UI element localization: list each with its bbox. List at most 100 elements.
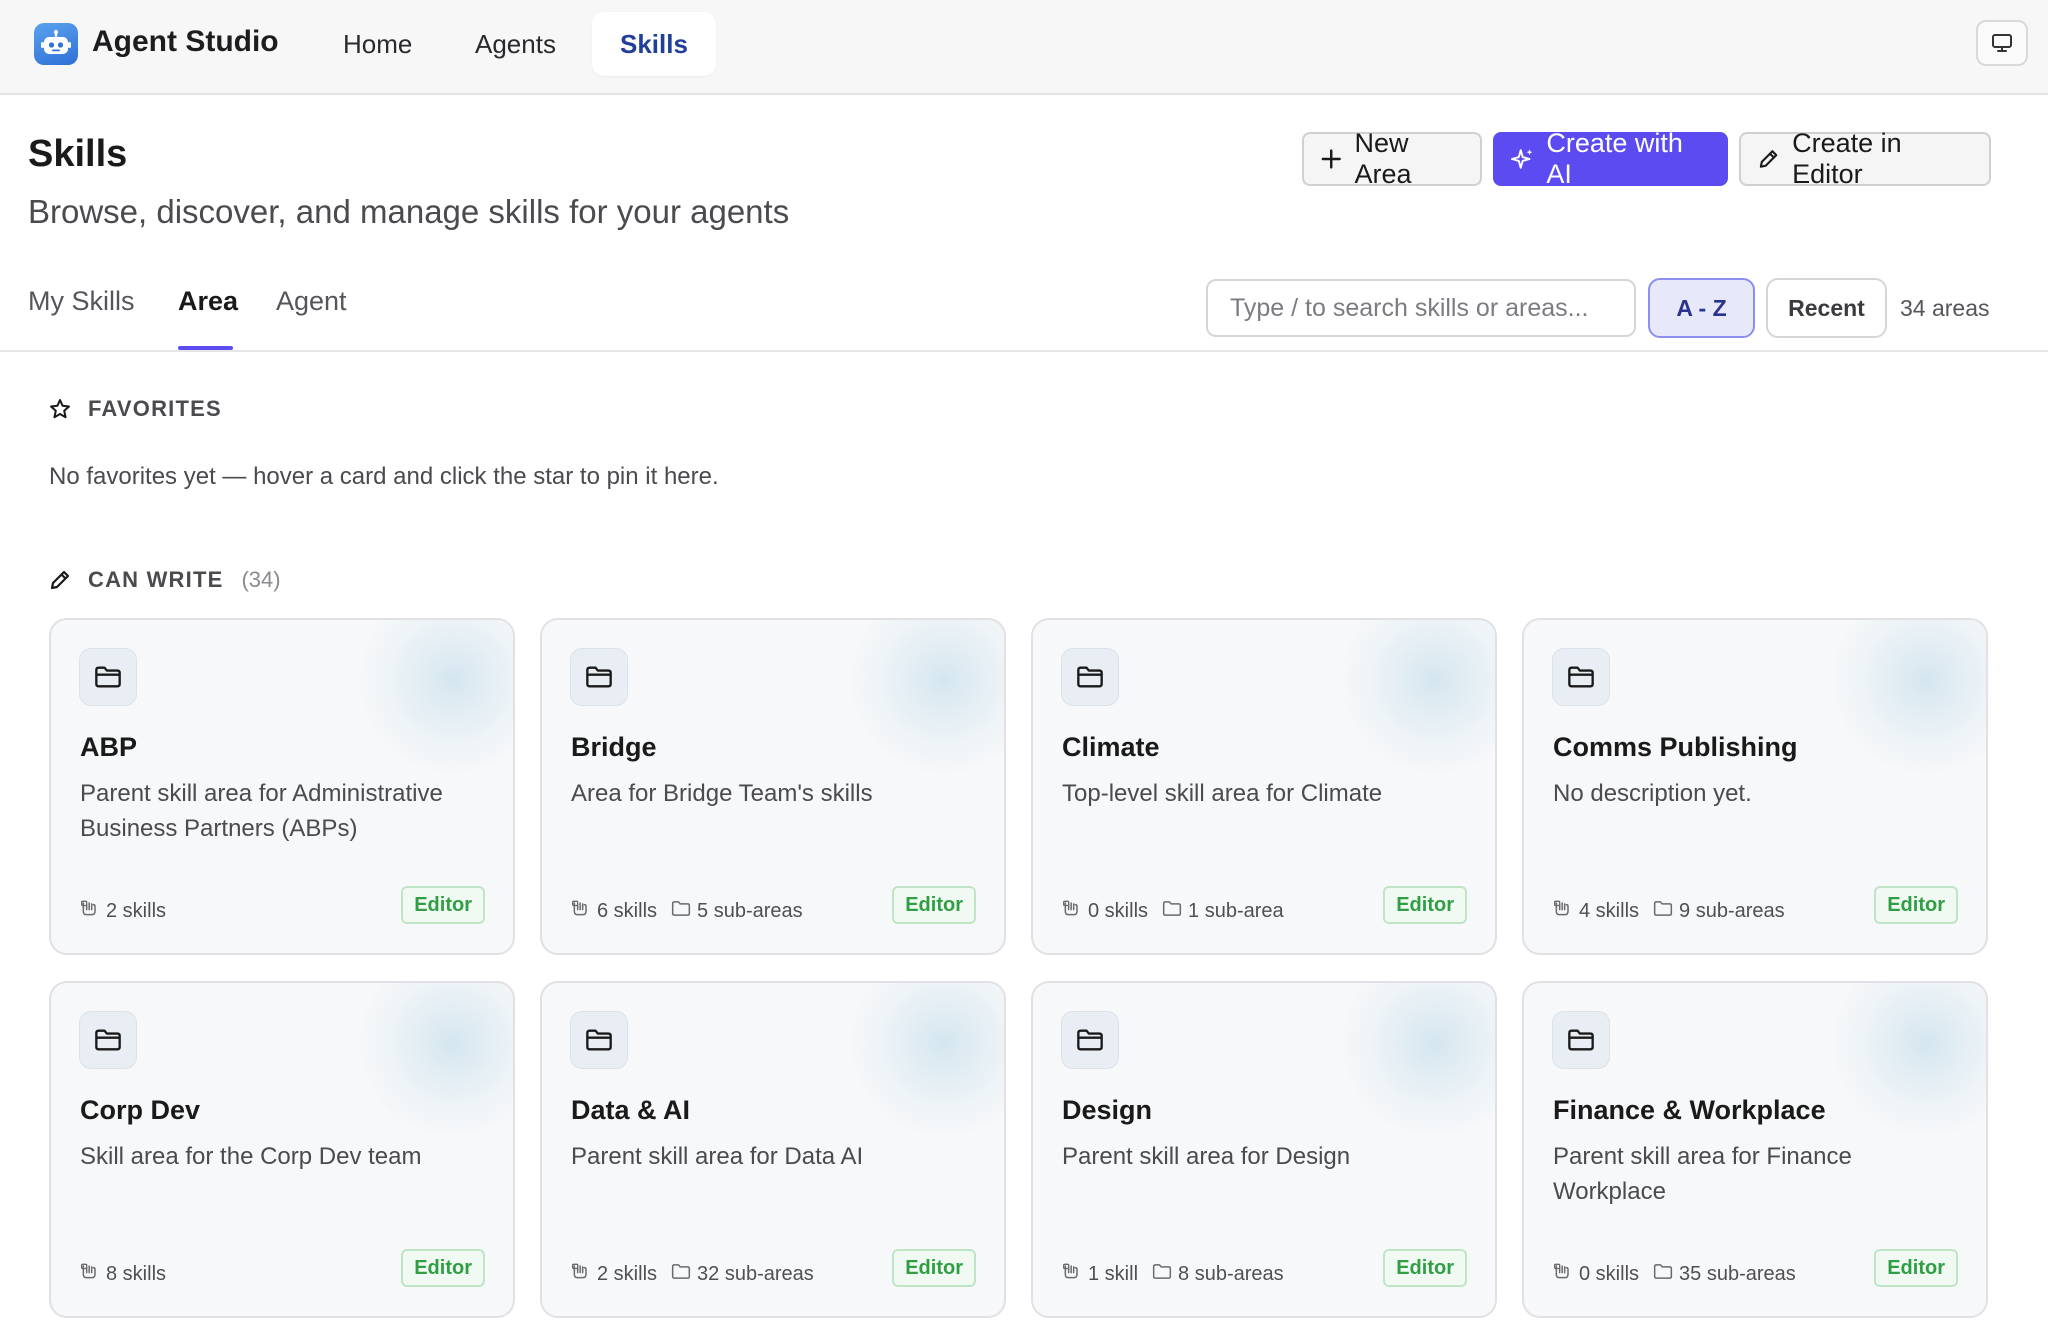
sparkle-icon [1511,149,1533,169]
skills-count: 0 skills [1553,1261,1639,1287]
subareas-count-label: 1 sub-area [1188,899,1284,922]
area-card[interactable]: Corp Dev Skill area for the Corp Dev team… [49,981,515,1318]
hand-icon [1062,1261,1082,1287]
card-description: No description yet. [1553,780,1752,807]
card-description: Parent skill area for Data AI [571,1143,864,1170]
skills-count-label: 4 skills [1579,899,1640,922]
new-area-button[interactable]: New Area [1302,128,1482,189]
pencil-icon [1759,150,1778,168]
hand-icon [571,1261,591,1287]
skills-count: 4 skills [1553,898,1639,924]
subareas-count-label: 35 sub-areas [1679,1262,1796,1285]
card-decoration [1335,983,1495,1143]
skills-count-label: 0 skills [1579,1262,1640,1285]
card-title: Design [1062,1095,1153,1125]
card-decoration [844,620,1004,780]
nav-skills[interactable]: Skills [592,12,716,76]
card-title: Comms Publishing [1553,732,1798,762]
card-description: Parent skill area for Administrative Bus… [80,780,443,842]
folder-icon [1061,648,1119,706]
subareas-count: 9 sub-areas [1653,900,1785,923]
card-meta: 1 skill 8 sub-areas [1062,1261,1284,1287]
star-icon [50,399,70,419]
role-badge: Editor [892,886,976,924]
robot-icon[interactable] [34,23,78,65]
card-description: Parent skill area for Finance Workplace [1553,1143,1852,1205]
card-description: Parent skill area for Design [1062,1143,1351,1170]
subareas-count-label: 32 sub-areas [697,1262,814,1285]
card-meta: 0 skills 35 sub-areas [1553,1261,1796,1287]
subareas-count-label: 8 sub-areas [1178,1262,1284,1285]
hand-icon [571,898,591,924]
hand-icon [1553,898,1573,924]
can-write-title: CAN WRITE [88,567,224,592]
subareas-count-label: 9 sub-areas [1679,899,1785,922]
skills-count: 2 skills [571,1261,657,1287]
card-title: ABP [80,732,138,762]
can-write-section-header: CAN WRITE (34) [48,567,281,593]
area-card[interactable]: Climate Top-level skill area for Climate 0… [1031,618,1497,955]
area-card[interactable]: Finance & Workplace Parent skill area for… [1522,981,1988,1318]
skills-count: 6 skills [571,898,657,924]
area-card[interactable]: Comms Publishing No description yet. 4 ski… [1522,618,1988,955]
skills-count-label: 8 skills [106,1262,167,1285]
area-card[interactable]: ABP Parent skill area for Administrative … [49,618,515,955]
folder-icon [570,648,628,706]
monitor-icon[interactable] [1976,20,2028,66]
plus-icon [1321,149,1341,169]
hand-icon [80,898,100,924]
favorites-section-header: FAVORITES [48,396,222,422]
card-decoration [844,983,1004,1143]
card-title: Data & AI [571,1095,691,1125]
folder-icon [1653,1263,1673,1286]
card-title: Finance & Workplace [1553,1095,1826,1125]
tab-my-skills[interactable]: My Skills [28,286,135,317]
create-with-ai-button[interactable]: Create with AI [1493,128,1728,189]
page-title: Skills [28,133,128,175]
skills-count-label: 0 skills [1088,899,1149,922]
skills-count-label: 1 skill [1088,1262,1139,1285]
tab-area[interactable]: Area [178,286,238,317]
folder-icon [1152,1263,1172,1286]
create-in-editor-button[interactable]: Create in Editor [1739,128,1991,189]
nav-agents[interactable]: Agents [447,12,584,76]
search-input[interactable] [1206,279,1636,337]
sort-recent-button[interactable]: Recent [1766,278,1887,338]
skills-count: 8 skills [80,1261,166,1287]
area-card[interactable]: Design Parent skill area for Design 1 skil… [1031,981,1497,1318]
skills-count-label: 2 skills [106,899,167,922]
nav-home[interactable]: Home [315,12,440,76]
area-card[interactable]: Data & AI Parent skill area for Data AI 2 … [540,981,1006,1318]
tab-agent[interactable]: Agent [276,286,347,317]
card-meta: 2 skills 32 sub-areas [571,1261,814,1287]
folder-icon [1552,1011,1610,1069]
create-in-editor-label: Create in Editor [1792,128,1902,189]
hand-icon [1553,1261,1573,1287]
role-badge: Editor [1383,886,1467,924]
card-meta: 4 skills 9 sub-areas [1553,898,1785,924]
card-decoration [353,620,513,780]
card-decoration [1826,983,1986,1143]
create-with-ai-label: Create with AI [1546,128,1683,189]
app-title: Agent Studio [92,25,279,58]
area-count: 34 areas [1900,295,1990,321]
pencil-icon [50,570,70,590]
tabs-divider [0,350,2048,352]
folder-icon [79,648,137,706]
subareas-count: 35 sub-areas [1653,1263,1796,1286]
role-badge: Editor [892,1249,976,1287]
skills-count: 1 skill [1062,1261,1138,1287]
role-badge: Editor [1874,886,1958,924]
favorites-empty-message: No favorites yet — hover a card and clic… [49,463,719,490]
folder-icon [1162,900,1182,923]
page-subtitle: Browse, discover, and manage skills for … [28,193,790,230]
folder-icon [1552,648,1610,706]
sort-az-button[interactable]: A - Z [1648,278,1755,338]
area-card[interactable]: Bridge Area for Bridge Team's skills 6 ski… [540,618,1006,955]
card-title: Corp Dev [80,1095,201,1125]
card-meta: 6 skills 5 sub-areas [571,898,803,924]
subareas-count: 1 sub-area [1162,900,1284,923]
skills-count: 0 skills [1062,898,1148,924]
subareas-count-label: 5 sub-areas [697,899,803,922]
folder-icon [671,900,691,923]
